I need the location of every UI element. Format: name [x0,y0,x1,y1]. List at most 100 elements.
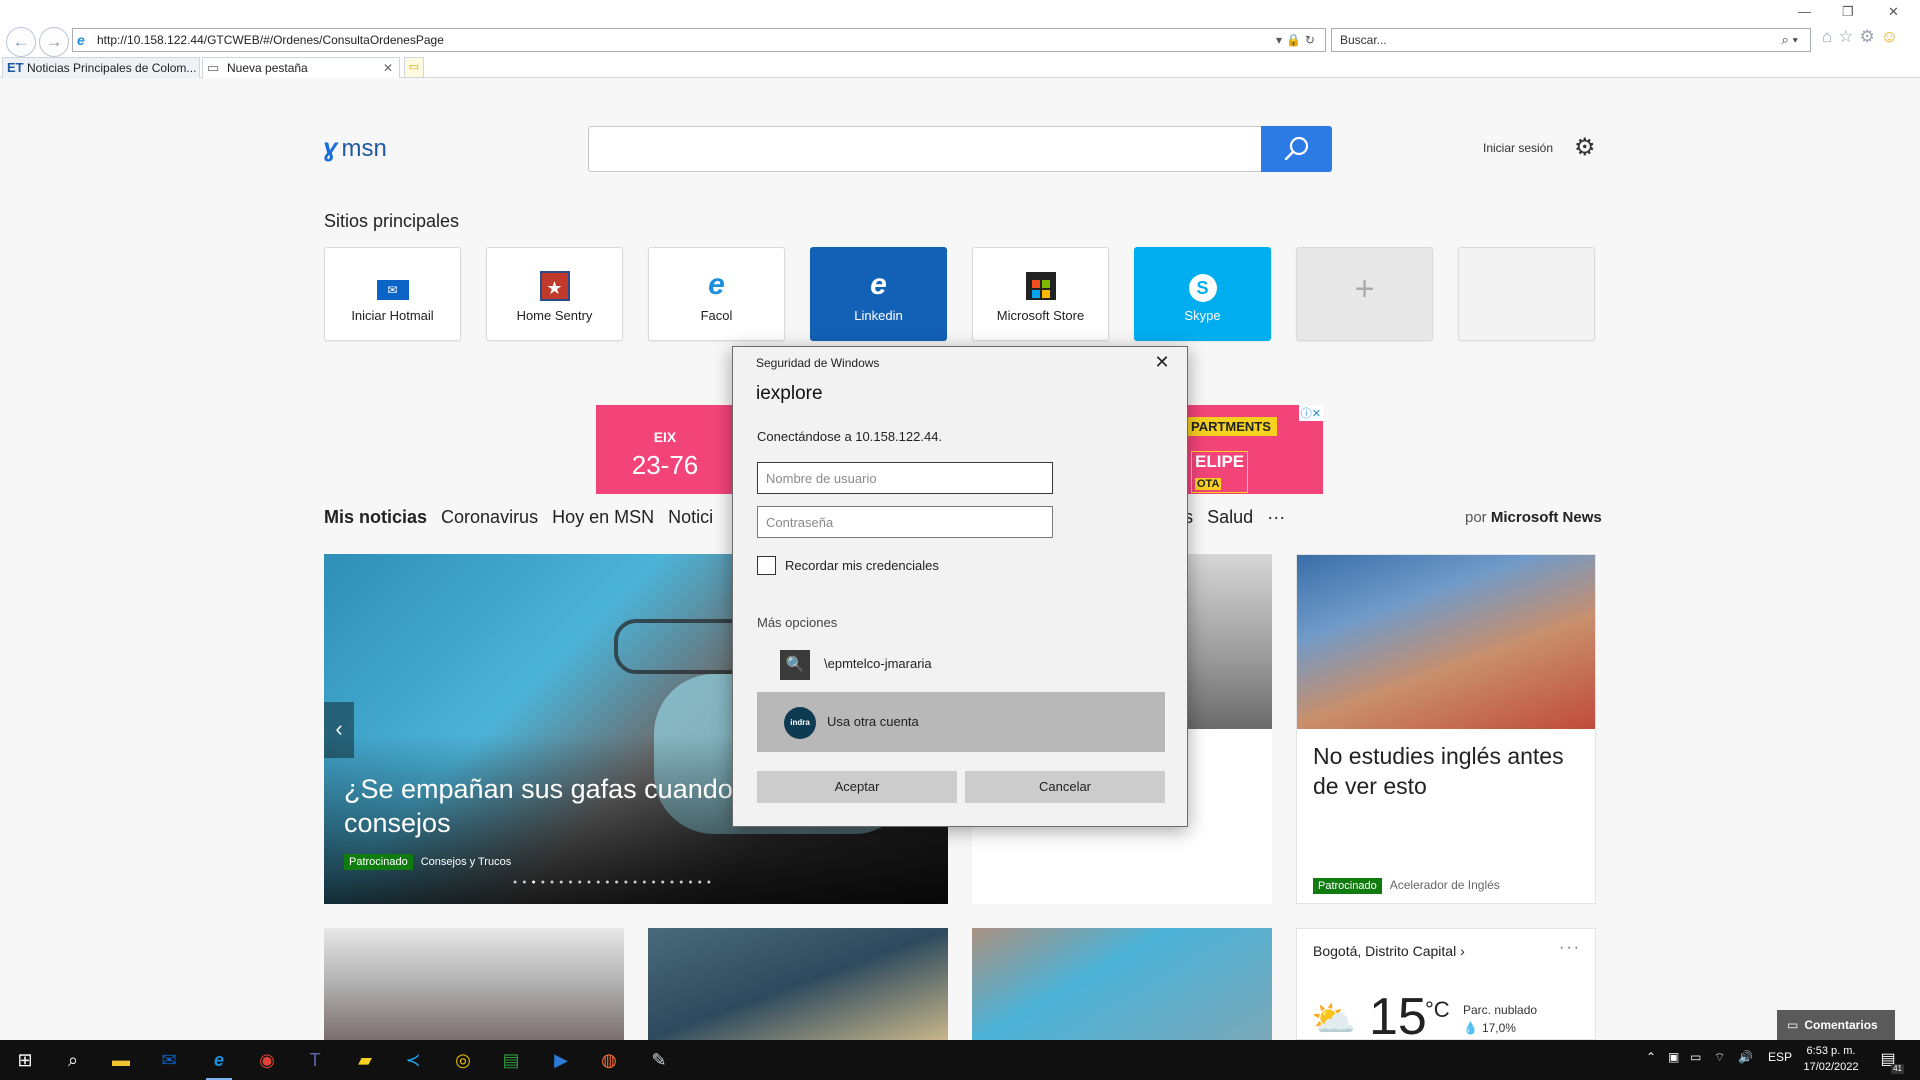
search-icon[interactable]: ⌕ ▾ [1782,29,1798,51]
close-icon[interactable]: ✕ [1149,349,1175,375]
minimize-button[interactable]: — [1798,4,1811,19]
news-thumb[interactable] [648,928,948,1040]
et-favicon-icon: ET [7,60,24,75]
ad-banner-right[interactable]: PARTMENTS ELIPE OTA ⓘ✕ [1185,405,1323,494]
news-card-image [1297,555,1595,729]
ad-text: ELIPE OTA [1191,451,1249,493]
hero-source-text: Consejos y Trucos [420,856,512,868]
news-tab[interactable]: Salud [1207,507,1253,527]
vscode-icon[interactable]: ≺ [396,1046,430,1074]
weather-card[interactable]: Bogotá, Distrito Capital › ··· ⛅ 15 °C P… [1296,928,1596,1045]
weather-unit[interactable]: °C [1425,997,1450,1023]
password-field[interactable] [757,506,1053,538]
tray-chevron-icon[interactable]: ⌃ [1646,1050,1656,1064]
remember-credentials-checkbox[interactable] [757,556,776,575]
news-by-brand: Microsoft News [1490,509,1602,526]
key-icon: 🔍 [780,650,810,680]
news-tab[interactable]: Coronavirus [441,507,538,527]
page-icon: ▭ [207,60,220,75]
ad-text-line: OTA [1195,478,1222,490]
outlook-icon[interactable]: ✉ [152,1046,186,1074]
restore-button[interactable]: ❐ [1842,4,1854,20]
ie-icon[interactable]: e [202,1046,236,1080]
battery-icon[interactable]: ▭ [1690,1050,1701,1064]
search-icon[interactable]: ⌕ [56,1046,90,1074]
outlook-icon: ✉ [325,268,460,302]
dialog-caption: Seguridad de Windows [756,356,880,370]
news-card-source: Patrocinado Acelerador de Inglés [1313,878,1500,894]
new-tab-button[interactable]: ▭ [404,57,424,78]
favorites-star-icon[interactable]: ☆ [1838,27,1859,46]
news-thumb[interactable] [972,928,1272,1040]
news-thumb[interactable] [324,928,624,1040]
gear-icon[interactable]: ⚙ [1860,27,1881,46]
tab-nueva-pestana[interactable]: ▭ Nueva pestaña ✕ [202,57,400,78]
windows-start-icon[interactable]: ⊞ [8,1046,42,1074]
home-icon[interactable]: ⌂ [1822,27,1838,46]
address-bar[interactable]: e http://10.158.122.44/GTCWEB/#/Ordenes/… [72,28,1326,52]
msn-search-button[interactable] [1261,126,1332,172]
forward-button[interactable]: → [39,27,69,57]
signin-link[interactable]: Iniciar sesión [1483,141,1553,155]
carousel-dots[interactable]: ●●●●●●●●●●●●●●●●●●●●●● [513,879,716,886]
tile-skype[interactable]: S Skype [1134,247,1271,341]
close-tab-icon[interactable]: ✕ [383,58,393,78]
ad-banner-left[interactable]: EIX 23-76 [596,405,734,494]
chrome-icon[interactable]: ◉ [250,1046,284,1074]
account-option-other[interactable]: indra Usa otra cuenta [757,692,1165,752]
ad-text: 23-76 [631,450,699,480]
msn-logo[interactable]: ɣ msn [323,132,387,163]
notifications-icon[interactable]: ▤ 41 [1876,1048,1904,1074]
weather-temp: 15 [1369,988,1427,1046]
news-tab[interactable]: Mis noticias [324,507,427,527]
tile-add-site[interactable]: + [1296,247,1433,341]
media-player-icon[interactable]: ▶ [544,1046,578,1074]
sticky-notes-icon[interactable]: ▰ [348,1046,382,1074]
language-indicator[interactable]: ESP [1768,1050,1792,1064]
more-options-icon[interactable]: ··· [1559,939,1581,957]
back-button[interactable]: ← [6,27,36,57]
tile-iniciar-hotmail[interactable]: ✉ Iniciar Hotmail [324,247,461,341]
tab-noticias[interactable]: ET Noticias Principales de Colom... [2,57,200,78]
ad-text-line: ELIPE [1195,452,1245,471]
feedback-button[interactable]: ▭ Comentarios [1777,1010,1895,1040]
accept-button[interactable]: Aceptar [757,771,957,803]
wifi-icon[interactable]: ⌔ [1714,1050,1725,1065]
username-field[interactable] [757,462,1053,494]
news-more-icon[interactable]: ··· [1267,507,1285,527]
cancel-button[interactable]: Cancelar [965,771,1165,803]
tile-label: Skype [1184,308,1221,323]
settings-gear-icon[interactable]: ⚙ [1574,135,1596,161]
app-icon-2[interactable]: ✎ [642,1046,676,1074]
news-tab[interactable]: Hoy en MSN [552,507,654,527]
teams-icon[interactable]: T [298,1046,332,1074]
news-by-prefix: por [1465,509,1487,526]
account-option-saved[interactable]: 🔍 \epmtelco-jmararia [757,643,1165,685]
sponsored-badge: Patrocinado [344,854,413,870]
carousel-prev-icon[interactable]: ‹ [324,702,354,758]
tray-device-icon[interactable]: ▣ [1668,1050,1679,1064]
news-by: por Microsoft News [1465,509,1602,526]
close-window-button[interactable]: ✕ [1888,4,1899,20]
msn-search-input[interactable] [588,126,1332,172]
news-tab[interactable]: Notici [668,507,713,527]
firefox-icon[interactable]: ◍ [592,1046,626,1074]
tile-home-sentry[interactable]: ★ Home Sentry [486,247,623,341]
clock[interactable]: 6:53 p. m. 17/02/2022 [1800,1043,1862,1075]
browser-search-box[interactable]: Buscar... ⌕ ▾ [1331,28,1811,52]
tile-facol[interactable]: e Facol [648,247,785,341]
tile-microsoft-store[interactable]: Microsoft Store [972,247,1109,341]
address-tools[interactable]: ▾🔒↻ [1276,29,1319,51]
news-card-sponsored[interactable]: No estudies inglés antes de ver esto Pat… [1296,554,1596,904]
tile-empty[interactable] [1458,247,1595,341]
weather-location[interactable]: Bogotá, Distrito Capital › [1313,943,1465,959]
tile-linkedin[interactable]: e Linkedin [810,247,947,341]
excel-file-icon[interactable]: ▤ [494,1046,528,1074]
volume-icon[interactable]: 🔊 [1738,1050,1753,1064]
file-explorer-icon[interactable]: ▬ [104,1046,138,1074]
feedback-label: Comentarios [1804,1018,1878,1032]
app-icon[interactable]: ◎ [446,1046,480,1074]
ad-close-icon[interactable]: ⓘ✕ [1298,405,1323,421]
remember-credentials-label[interactable]: Recordar mis credenciales [785,558,939,573]
smiley-feedback-icon[interactable]: ☺ [1881,27,1904,46]
